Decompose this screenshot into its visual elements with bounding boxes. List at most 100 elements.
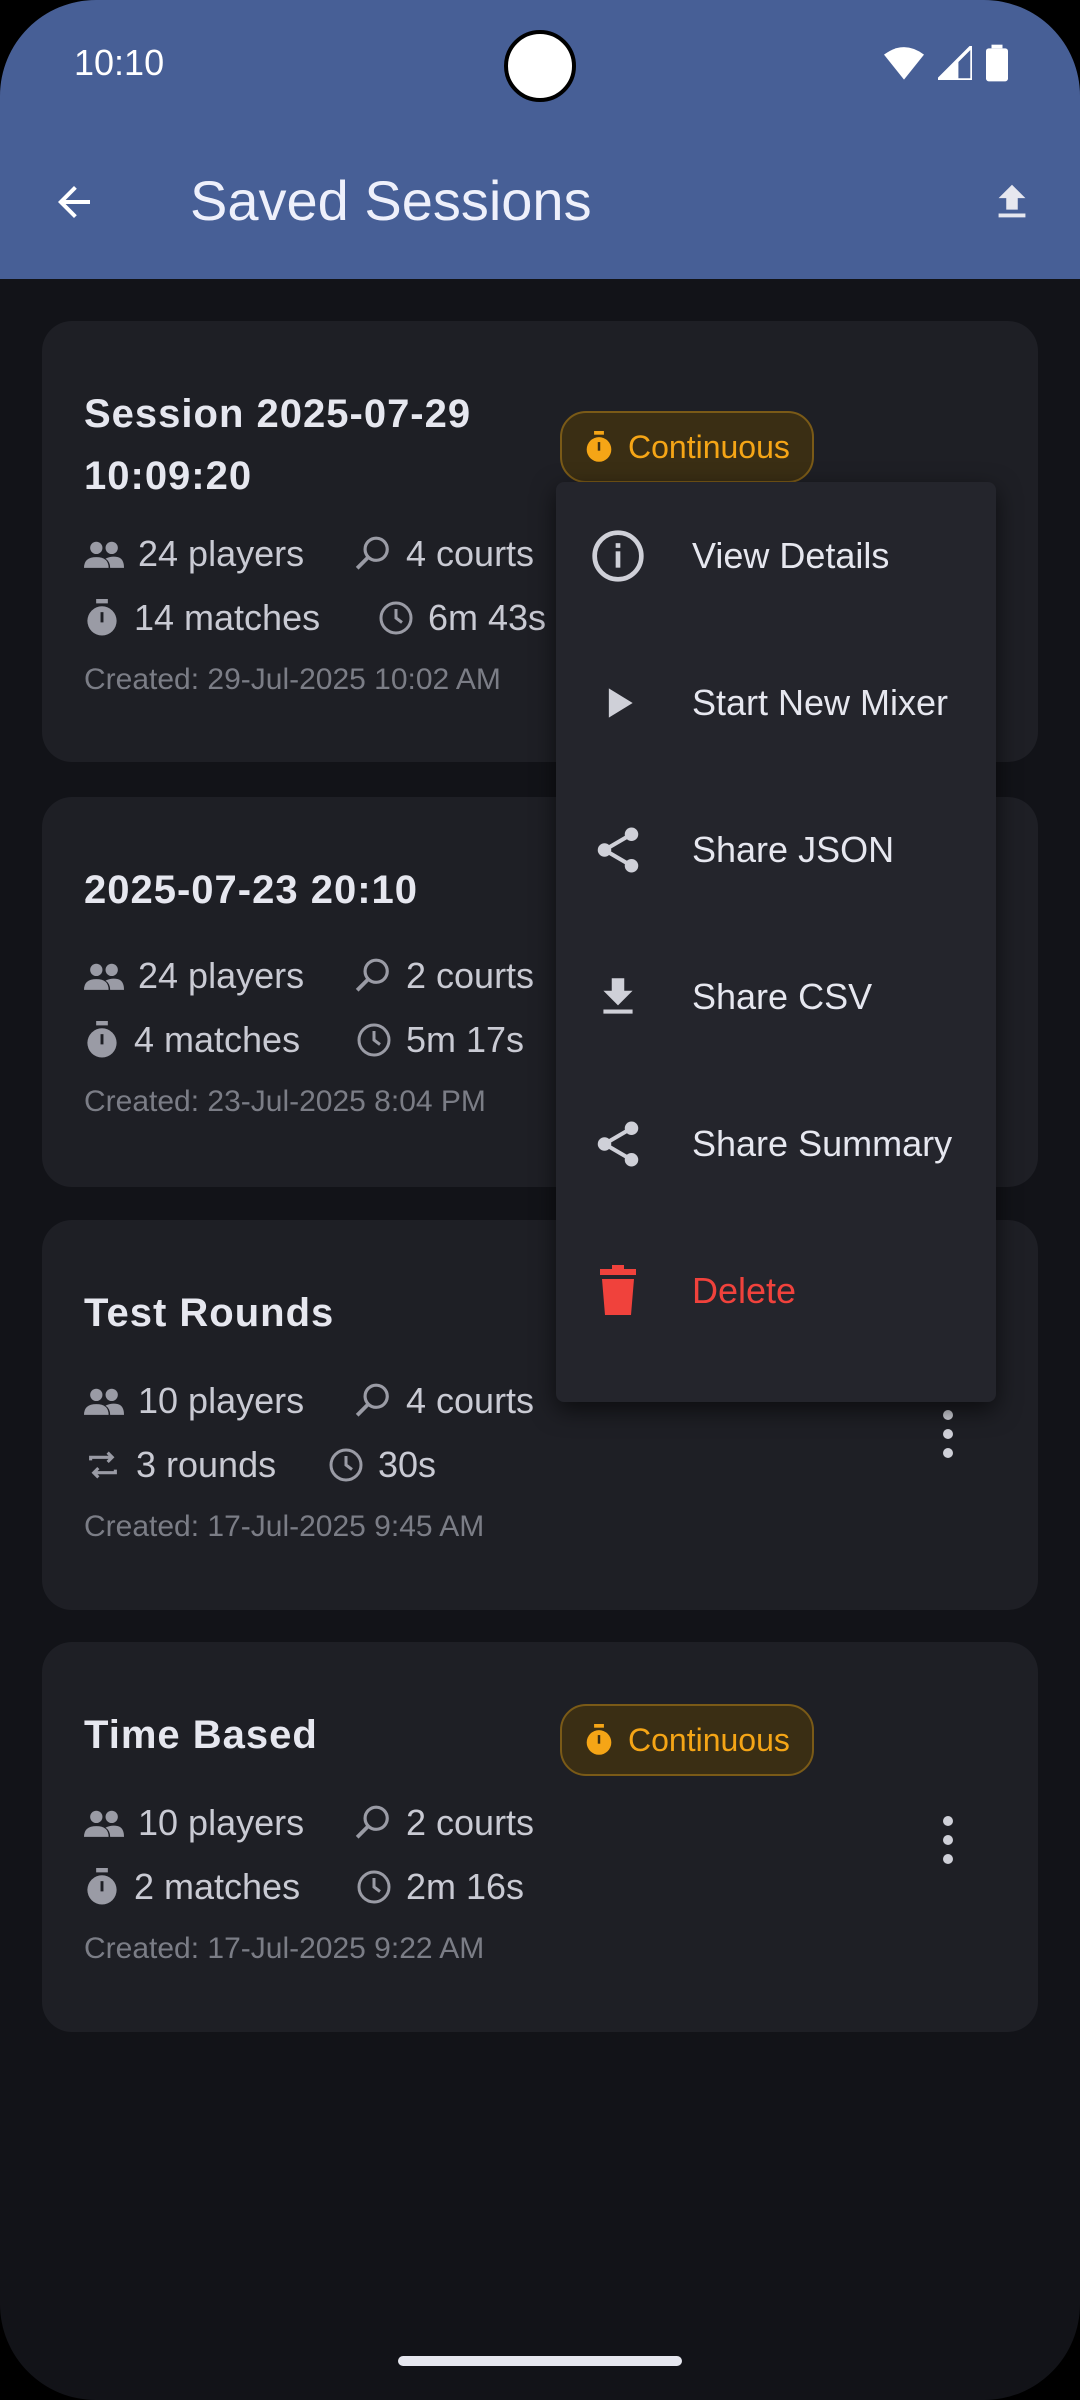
courts-stat: 2 courts: [354, 955, 534, 997]
badge-label: Continuous: [628, 428, 790, 465]
session-card[interactable]: Time Based Continuous 10 players 2 court…: [42, 1642, 1038, 2032]
created-date: Created: 17-Jul-2025 9:45 AM: [84, 1510, 485, 1543]
courts-stat: 4 courts: [354, 1380, 534, 1422]
menu-item-label: Start New Mixer: [692, 681, 949, 723]
kebab-dot: [943, 1429, 953, 1439]
courts-stat: 2 courts: [354, 1802, 534, 1844]
share-icon: [588, 1114, 648, 1174]
kebab-dot: [943, 1816, 953, 1826]
duration-stat: 5m 17s: [356, 1019, 524, 1061]
duration-stat: 30s: [328, 1444, 436, 1486]
created-date: Created: 29-Jul-2025 10:02 AM: [84, 663, 501, 696]
more-options-button[interactable]: [938, 1816, 958, 1864]
matches-stat: 14 matches: [84, 597, 320, 639]
duration-stat: 2m 16s: [356, 1866, 524, 1908]
home-indicator[interactable]: [398, 2356, 682, 2366]
repeat-icon: [89, 1451, 117, 1479]
stopwatch-icon: [87, 599, 117, 636]
menu-item-label: Share JSON: [692, 828, 895, 870]
trash-icon: [588, 1261, 648, 1321]
kebab-dot: [943, 1835, 953, 1845]
players-count: 24 players: [138, 533, 305, 574]
duration-stat: 6m 43s: [378, 597, 546, 639]
racket-icon: [355, 1805, 389, 1839]
menu-item-delete[interactable]: Delete: [556, 1217, 996, 1364]
session-title-line1: Session 2025-07-29: [84, 392, 472, 436]
menu-item-start-new-mixer[interactable]: Start New Mixer: [556, 629, 996, 776]
players-stat: 24 players: [84, 533, 304, 575]
stopwatch-icon: [87, 1021, 117, 1058]
menu-item-label: Share CSV: [692, 975, 873, 1017]
status-badge: Continuous: [560, 411, 814, 483]
duration-value: 2m 16s: [406, 1866, 525, 1907]
people-icon: [84, 1388, 124, 1415]
players-stat: 24 players: [84, 955, 304, 997]
session-title: Time Based: [84, 1713, 318, 1757]
clock-icon: [379, 601, 413, 635]
options-menu: View Details Start New Mixer Share JSON …: [556, 482, 996, 1402]
people-icon: [84, 541, 124, 568]
status-time: 10:10: [74, 42, 165, 83]
racket-icon: [355, 958, 389, 992]
rounds-count: 3 rounds: [136, 1444, 277, 1485]
menu-item-label: View Details: [692, 534, 890, 576]
menu-item-share-summary[interactable]: Share Summary: [556, 1070, 996, 1217]
players-count: 10 players: [138, 1380, 305, 1421]
signal-icon: [938, 46, 972, 80]
courts-count: 2 courts: [406, 955, 535, 996]
matches-stat: 4 matches: [84, 1019, 300, 1061]
status-icons: [884, 44, 1008, 82]
timer-icon: [586, 431, 612, 462]
download-icon: [588, 967, 648, 1027]
matches-count: 2 matches: [134, 1866, 301, 1907]
courts-count: 4 courts: [406, 533, 535, 574]
kebab-dot: [943, 1854, 953, 1864]
matches-count: 14 matches: [134, 597, 321, 638]
upload-button[interactable]: [982, 172, 1042, 232]
matches-stat: 2 matches: [84, 1866, 300, 1908]
phone-screen: 10:10 Saved Sessions Session 2025-07-29 …: [0, 0, 1080, 2400]
menu-item-label: Share Summary: [692, 1122, 953, 1164]
back-button[interactable]: [44, 172, 104, 232]
players-count: 10 players: [138, 1802, 305, 1843]
duration-value: 5m 17s: [406, 1019, 525, 1060]
session-title-line2: 10:09:20: [84, 454, 253, 498]
clock-icon: [357, 1023, 391, 1057]
app-bar: 10:10 Saved Sessions: [0, 0, 1080, 279]
duration-value: 30s: [378, 1444, 437, 1485]
arrow-left-icon: [58, 186, 90, 218]
info-icon: [588, 526, 648, 586]
camera-cutout: [504, 30, 576, 102]
session-title: Test Rounds: [84, 1291, 335, 1335]
created-date: Created: 17-Jul-2025 9:22 AM: [84, 1932, 485, 1965]
people-icon: [84, 1810, 124, 1837]
battery-icon: [986, 44, 1008, 82]
menu-item-share-json[interactable]: Share JSON: [556, 776, 996, 923]
duration-value: 6m 43s: [428, 597, 547, 638]
racket-icon: [355, 1383, 389, 1417]
created-date: Created: 23-Jul-2025 8:04 PM: [84, 1085, 486, 1118]
courts-count: 2 courts: [406, 1802, 535, 1843]
players-count: 24 players: [138, 955, 305, 996]
clock-icon: [329, 1448, 363, 1482]
more-options-button[interactable]: [938, 1410, 958, 1458]
kebab-dot: [943, 1448, 953, 1458]
session-title: 2025-07-23 20:10: [84, 868, 419, 912]
players-stat: 10 players: [84, 1380, 304, 1422]
menu-item-label: Delete: [692, 1269, 797, 1311]
session-title: Session 2025-07-29 10:09:20: [84, 383, 471, 507]
rounds-stat: 3 rounds: [84, 1444, 276, 1486]
page-title: Saved Sessions: [190, 169, 592, 232]
badge-label: Continuous: [628, 1721, 790, 1758]
courts-count: 4 courts: [406, 1380, 535, 1421]
matches-count: 4 matches: [134, 1019, 301, 1060]
menu-item-share-csv[interactable]: Share CSV: [556, 923, 996, 1070]
wifi-icon: [884, 47, 924, 80]
kebab-dot: [943, 1410, 953, 1420]
clock-icon: [357, 1870, 391, 1904]
menu-item-view-details[interactable]: View Details: [556, 482, 996, 629]
courts-stat: 4 courts: [354, 533, 534, 575]
play-icon: [588, 673, 648, 733]
status-badge: Continuous: [560, 1704, 814, 1776]
stopwatch-icon: [87, 1868, 117, 1905]
